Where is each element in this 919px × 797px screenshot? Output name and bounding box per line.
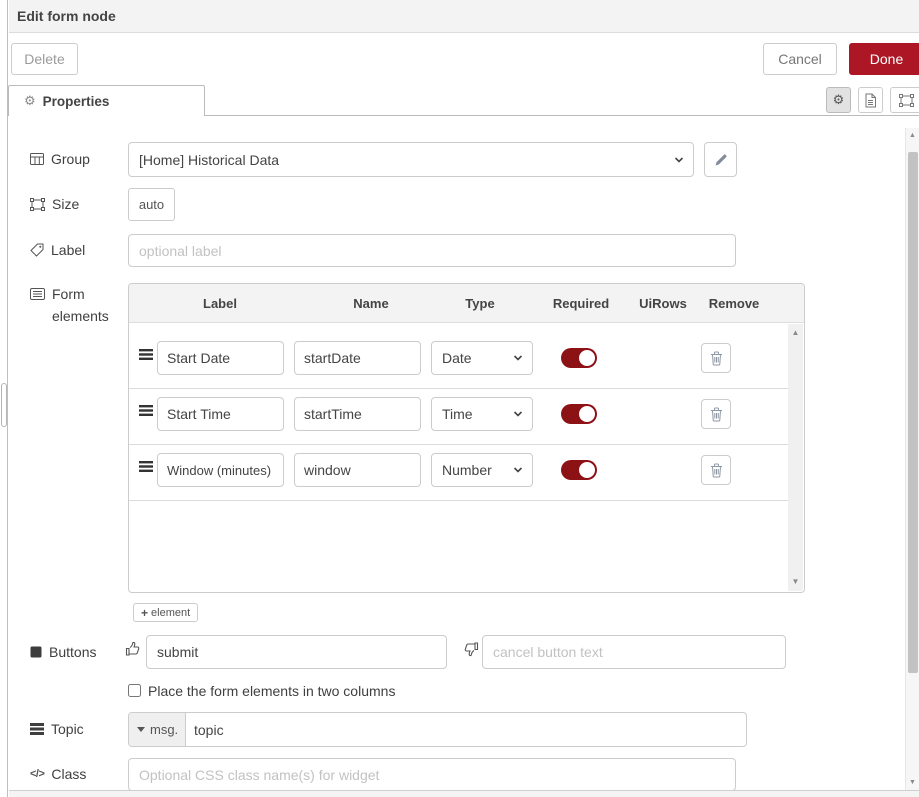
required-toggle[interactable] xyxy=(561,348,597,368)
drag-handle-icon[interactable] xyxy=(139,404,153,422)
element-label-input[interactable] xyxy=(157,453,284,487)
add-element-button[interactable]: + element xyxy=(133,603,198,622)
class-input[interactable] xyxy=(128,758,736,791)
element-label-input[interactable] xyxy=(157,341,284,375)
submit-button-text-input[interactable] xyxy=(146,635,447,669)
edit-group-button[interactable] xyxy=(704,142,737,177)
remove-element-button[interactable] xyxy=(701,343,731,373)
thumbs-down-icon xyxy=(463,641,479,662)
element-type-select[interactable]: Date xyxy=(431,341,533,375)
toggle-knob xyxy=(579,350,595,366)
plus-icon: + xyxy=(141,606,148,620)
element-name-input[interactable] xyxy=(294,453,421,487)
element-type-select[interactable]: Time xyxy=(431,397,533,431)
caret-down-icon xyxy=(137,727,145,732)
scroll-up-icon[interactable]: ▲ xyxy=(788,329,803,337)
dialog-header: Edit form node xyxy=(9,0,919,33)
col-label: Label xyxy=(203,284,237,323)
chevron-down-icon xyxy=(512,408,524,420)
table-scrollbar[interactable]: ▲ ▼ xyxy=(788,324,803,591)
delete-button[interactable]: Delete xyxy=(11,43,78,75)
square-icon xyxy=(30,646,42,658)
table-header: Label Name Type Required UiRows Remove xyxy=(129,284,804,323)
cancel-button[interactable]: Cancel xyxy=(763,43,837,75)
topic-type-select[interactable]: msg. xyxy=(129,713,186,746)
col-name: Name xyxy=(353,284,388,323)
description-tab-button[interactable] xyxy=(858,87,883,113)
element-name-input[interactable] xyxy=(294,341,421,375)
required-toggle[interactable] xyxy=(561,460,597,480)
object-group-icon xyxy=(30,198,45,211)
row-divider xyxy=(129,444,789,445)
trash-icon xyxy=(710,463,723,478)
panel-resize-handle[interactable] xyxy=(1,383,7,427)
trash-icon xyxy=(710,351,723,366)
scrollbar-thumb[interactable] xyxy=(908,152,918,673)
col-type: Type xyxy=(465,284,494,323)
tab-properties[interactable]: ⚙ Properties xyxy=(8,85,205,116)
row-divider xyxy=(129,500,789,501)
scroll-down-icon[interactable]: ▼ xyxy=(906,779,919,786)
chevron-down-icon xyxy=(512,464,524,476)
code-icon: </> xyxy=(30,768,44,780)
size-button[interactable]: auto xyxy=(128,188,175,221)
chevron-down-icon xyxy=(673,154,685,166)
drag-handle-icon[interactable] xyxy=(139,460,153,478)
appearance-tab-button[interactable] xyxy=(890,87,919,113)
topic-field-label: Topic xyxy=(30,721,84,737)
pencil-icon xyxy=(714,153,728,167)
toggle-knob xyxy=(579,406,595,422)
element-label-input[interactable] xyxy=(157,397,284,431)
group-field-label: Group xyxy=(30,151,90,167)
col-required: Required xyxy=(553,284,609,323)
scroll-up-icon[interactable]: ▲ xyxy=(906,132,919,139)
topic-value[interactable]: topic xyxy=(186,713,746,746)
group-select[interactable]: [Home] Historical Data xyxy=(128,142,694,177)
toggle-knob xyxy=(579,462,595,478)
class-field-label: </> Class xyxy=(30,766,86,782)
page-scrollbar[interactable]: ▲ ▼ xyxy=(905,128,919,790)
buttons-field-label: Buttons xyxy=(30,644,96,660)
scroll-down-icon[interactable]: ▼ xyxy=(788,578,803,586)
tasks-icon xyxy=(30,723,44,735)
two-columns-checkbox[interactable] xyxy=(128,684,141,697)
drag-handle-icon[interactable] xyxy=(139,348,153,366)
dialog-title: Edit form node xyxy=(17,0,116,33)
cancel-button-text-input[interactable] xyxy=(482,635,786,669)
chevron-down-icon xyxy=(512,352,524,364)
dialog-bottom-edge xyxy=(9,790,919,797)
tag-icon xyxy=(30,243,44,257)
thumbs-up-icon xyxy=(125,641,141,662)
edit-form-node-dialog: Edit form node Delete Cancel Done ⚙ Prop… xyxy=(0,0,919,797)
gear-icon: ⚙ xyxy=(24,95,36,108)
table-icon xyxy=(30,153,44,165)
tab-properties-label: Properties xyxy=(43,94,110,109)
col-remove: Remove xyxy=(709,284,760,323)
label-field-label: Label xyxy=(30,242,85,258)
two-columns-label[interactable]: Place the form elements in two columns xyxy=(148,683,395,699)
element-name-input[interactable] xyxy=(294,397,421,431)
topic-typed-input: msg. topic xyxy=(128,712,747,747)
trash-icon xyxy=(710,407,723,422)
object-group-icon xyxy=(899,94,914,107)
properties-tab-button[interactable]: ⚙ xyxy=(826,87,851,113)
row-divider xyxy=(129,388,789,389)
size-field-label: Size xyxy=(30,196,79,212)
col-uirows: UiRows xyxy=(639,284,687,323)
label-input[interactable] xyxy=(128,234,736,267)
element-type-select[interactable]: Number xyxy=(431,453,533,487)
gear-icon: ⚙ xyxy=(833,94,845,107)
remove-element-button[interactable] xyxy=(701,455,731,485)
form-elements-table: Label Name Type Required UiRows Remove D… xyxy=(128,283,805,593)
list-alt-icon xyxy=(30,288,45,300)
done-button[interactable]: Done xyxy=(849,43,919,75)
remove-element-button[interactable] xyxy=(701,399,731,429)
form-elements-label: Form elements xyxy=(30,283,116,327)
required-toggle[interactable] xyxy=(561,404,597,424)
document-icon xyxy=(864,93,877,108)
